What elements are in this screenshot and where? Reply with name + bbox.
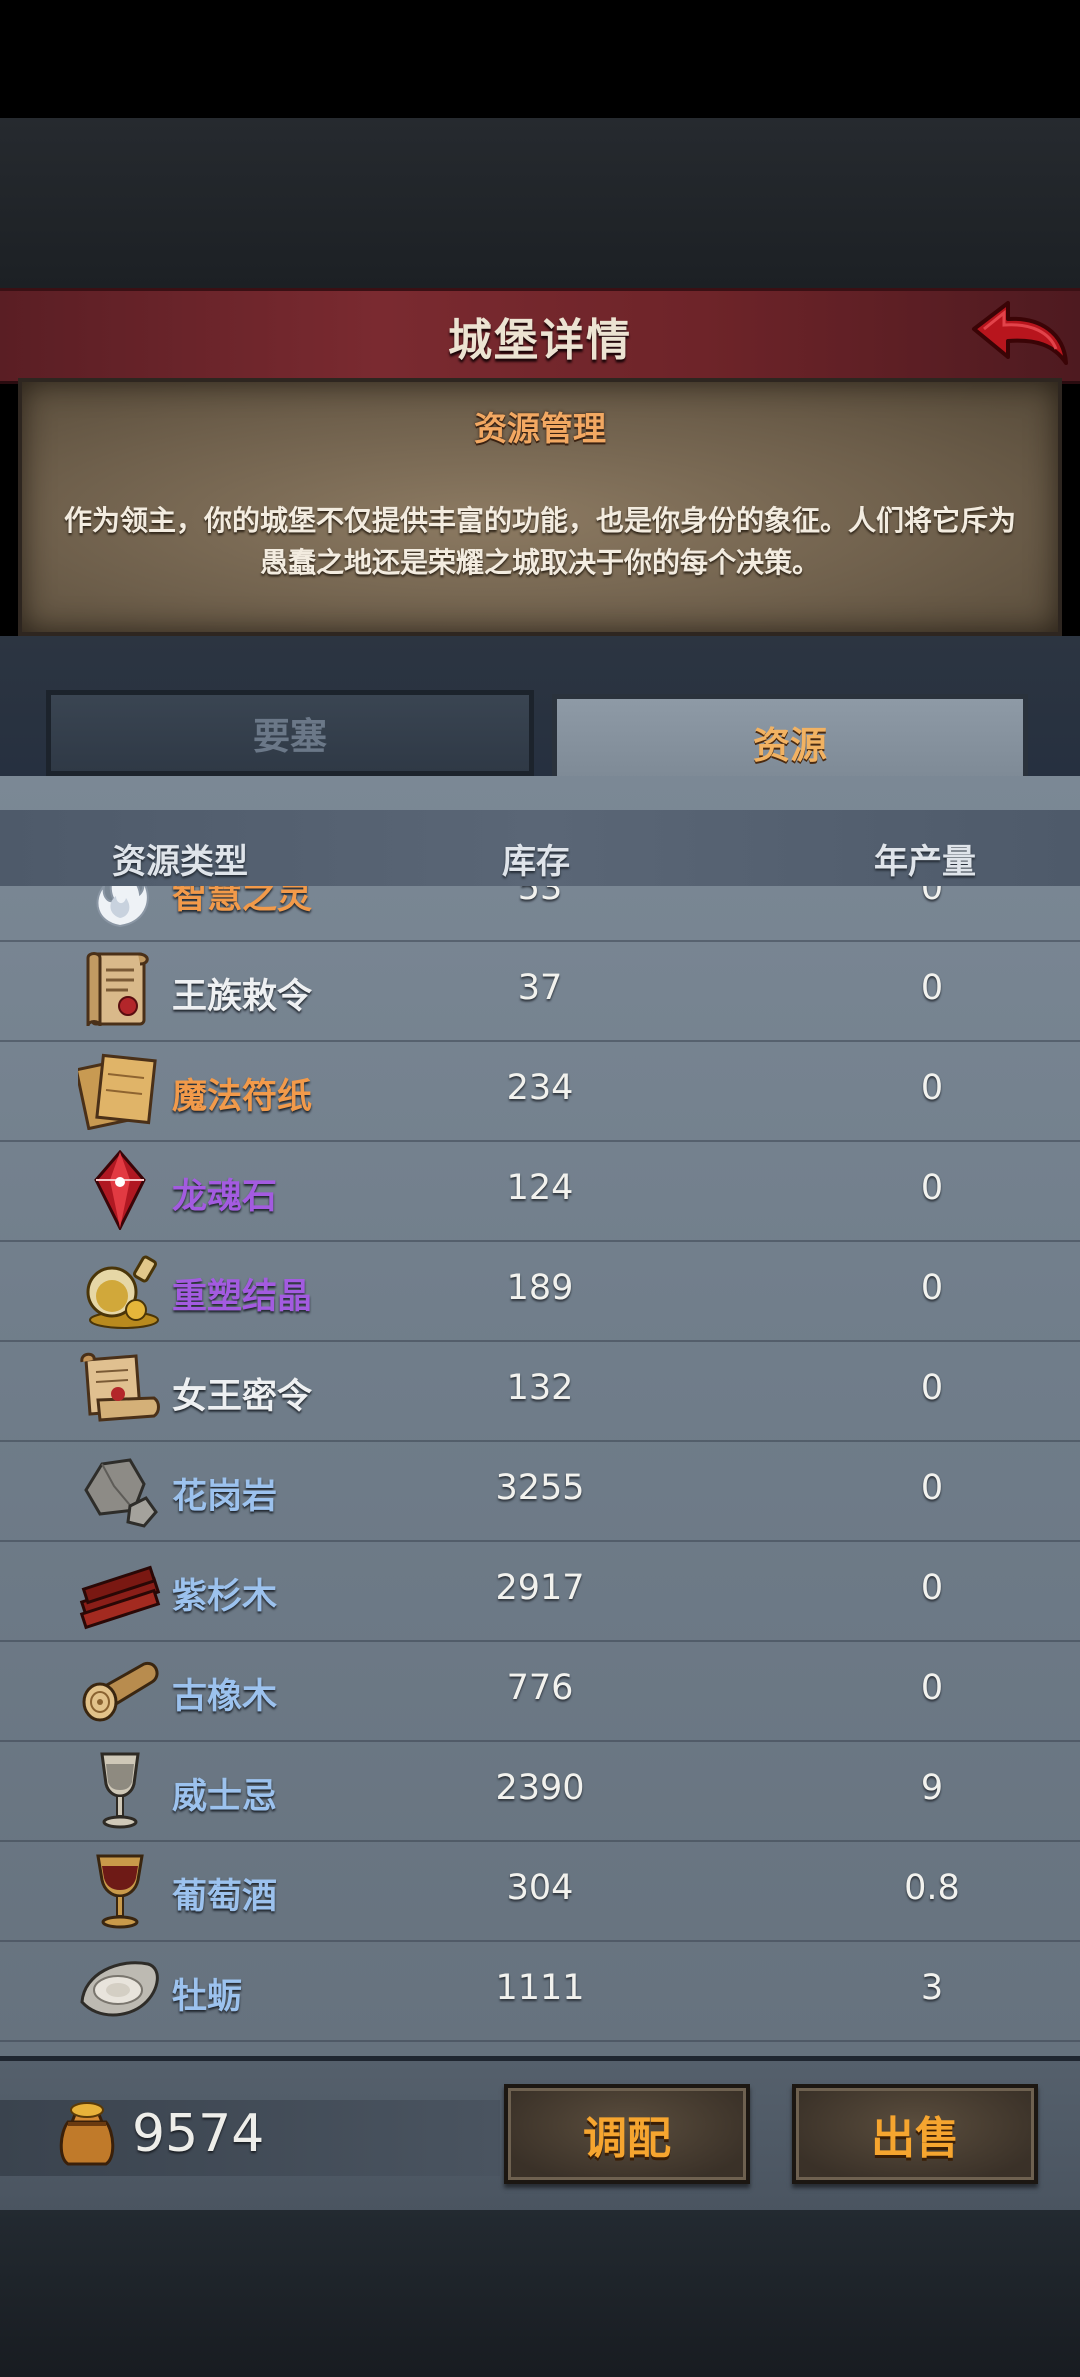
tab-resources[interactable]: 资源 (552, 694, 1028, 784)
table-header: 资源类型 库存 年产量 (0, 810, 1080, 886)
table-row: 葡萄酒 304 0.8 (0, 1840, 1080, 1942)
table-row: 牡蛎 1111 3 (0, 1940, 1080, 2042)
tab-fortress[interactable]: 要塞 (46, 690, 534, 776)
resource-name: 牡蛎 (172, 1977, 243, 2017)
top-background (0, 118, 1080, 290)
gold-sack-icon (59, 2102, 115, 2166)
resource-yield: 0 (920, 886, 944, 908)
page-title: 城堡详情 (448, 315, 632, 366)
info-panel: 资源管理 作为领主，你的城堡不仅提供丰富的功能，也是你身份的象征。人们将它斥为愚… (18, 378, 1062, 636)
back-arrow-icon[interactable] (970, 299, 1070, 373)
resource-name: 智慧之灵 (172, 886, 313, 917)
table-row: 女王密令 132 0 (0, 1340, 1080, 1442)
resource-yield: 0.8 (904, 1868, 960, 1908)
resource-stock: 234 (506, 1068, 574, 1108)
resource-stock: 132 (506, 1368, 574, 1408)
resource-name: 古橡木 (172, 1677, 278, 1717)
column-header-stock: 库存 (502, 842, 570, 882)
resource-name: 魔法符纸 (172, 1077, 313, 1117)
wine-goblet-icon (96, 1854, 144, 1929)
resource-yield: 0 (920, 968, 944, 1008)
resource-yield: 0 (920, 1668, 944, 1708)
resource-list[interactable]: 智慧之灵 53 0 王族敕令 37 0 魔法符纸 234 0 龙魂石 124 0… (0, 886, 1080, 2046)
yew-wood-icon (79, 1565, 161, 1630)
table-row: 智慧之灵 53 0 (0, 886, 1080, 942)
table-row: 王族敕令 37 0 (0, 940, 1080, 1042)
allocate-button[interactable]: 调配 (504, 2084, 750, 2184)
resource-name: 花岗岩 (172, 1477, 278, 1517)
gold-amount: 9574 (132, 2104, 265, 2164)
resource-yield: 0 (920, 1468, 944, 1508)
spirit-wisp-icon (96, 886, 149, 928)
resource-stock: 776 (506, 1668, 574, 1708)
resource-yield: 9 (920, 1768, 944, 1808)
resource-stock: 37 (517, 968, 563, 1008)
oyster-icon (80, 1961, 159, 2017)
granite-icon (84, 1458, 158, 1528)
resource-name: 威士忌 (172, 1777, 278, 1817)
status-bar-area (0, 0, 1080, 118)
resource-yield: 0 (920, 1168, 944, 1208)
resource-yield: 0 (920, 1568, 944, 1608)
resource-name: 葡萄酒 (172, 1877, 278, 1917)
table-row: 花岗岩 3255 0 (0, 1440, 1080, 1542)
resource-stock: 304 (506, 1868, 574, 1908)
column-header-yield: 年产量 (874, 842, 976, 882)
resource-name: 王族敕令 (172, 977, 313, 1017)
resource-name: 紫杉木 (172, 1577, 278, 1617)
queen-scroll-icon (80, 1352, 160, 1422)
info-title: 资源管理 (474, 409, 606, 448)
resource-stock: 2917 (495, 1568, 585, 1608)
column-header-type: 资源类型 (112, 842, 248, 882)
resource-yield: 3 (920, 1968, 944, 2008)
dragon-soul-stone-icon (94, 1150, 146, 1230)
oak-log-icon (82, 1661, 159, 1722)
table-row: 威士忌 2390 9 (0, 1740, 1080, 1842)
resource-yield: 0 (920, 1068, 944, 1108)
bottom-background (0, 2210, 1080, 2377)
sell-button[interactable]: 出售 (792, 2084, 1038, 2184)
table-row: 古橡木 776 0 (0, 1640, 1080, 1742)
resource-stock: 1111 (495, 1968, 585, 2008)
table-row: 重塑结晶 189 0 (0, 1240, 1080, 1342)
magic-paper-icon (78, 1053, 157, 1130)
resource-stock: 3255 (495, 1468, 585, 1508)
resource-yield: 0 (920, 1268, 944, 1308)
resource-stock: 124 (506, 1168, 574, 1208)
resource-stock: 53 (517, 886, 563, 908)
resource-yield: 0 (920, 1368, 944, 1408)
table-row: 龙魂石 124 0 (0, 1140, 1080, 1242)
resource-stock: 2390 (495, 1768, 585, 1808)
whisky-goblet-icon (100, 1752, 140, 1829)
info-description: 作为领主，你的城堡不仅提供丰富的功能，也是你身份的象征。人们将它斥为愚蠢之地还是… (63, 504, 1016, 579)
table-row: 魔法符纸 234 0 (0, 1040, 1080, 1142)
resource-name: 重塑结晶 (172, 1277, 313, 1317)
reshape-crystal-icon (86, 1255, 159, 1329)
resource-name: 龙魂石 (172, 1177, 278, 1217)
resource-name: 女王密令 (172, 1377, 313, 1417)
royal-scroll-icon (86, 952, 149, 1027)
table-row: 紫杉木 2917 0 (0, 1540, 1080, 1642)
title-banner: 城堡详情 (0, 288, 1080, 384)
resource-stock: 189 (506, 1268, 574, 1308)
